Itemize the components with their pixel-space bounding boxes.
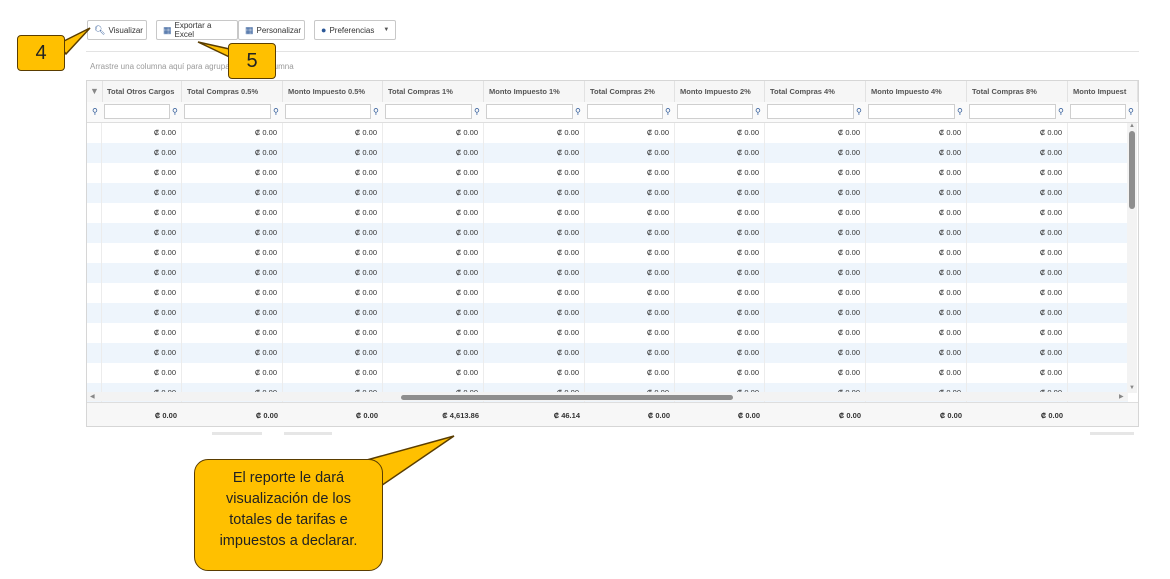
step-4-badge: 4 [17,35,65,71]
bubble-line: impuestos a declarar. [219,533,358,549]
step-5-badge: 5 [228,43,276,79]
bubble-line: visualización de los [226,491,351,507]
bubble-line: totales de tarifas e [229,512,348,528]
callout-pointers [56,27,455,493]
bubble-line: El reporte le dará [232,470,345,486]
explanation-bubble: El reporte le dará visualización de los … [194,459,383,571]
